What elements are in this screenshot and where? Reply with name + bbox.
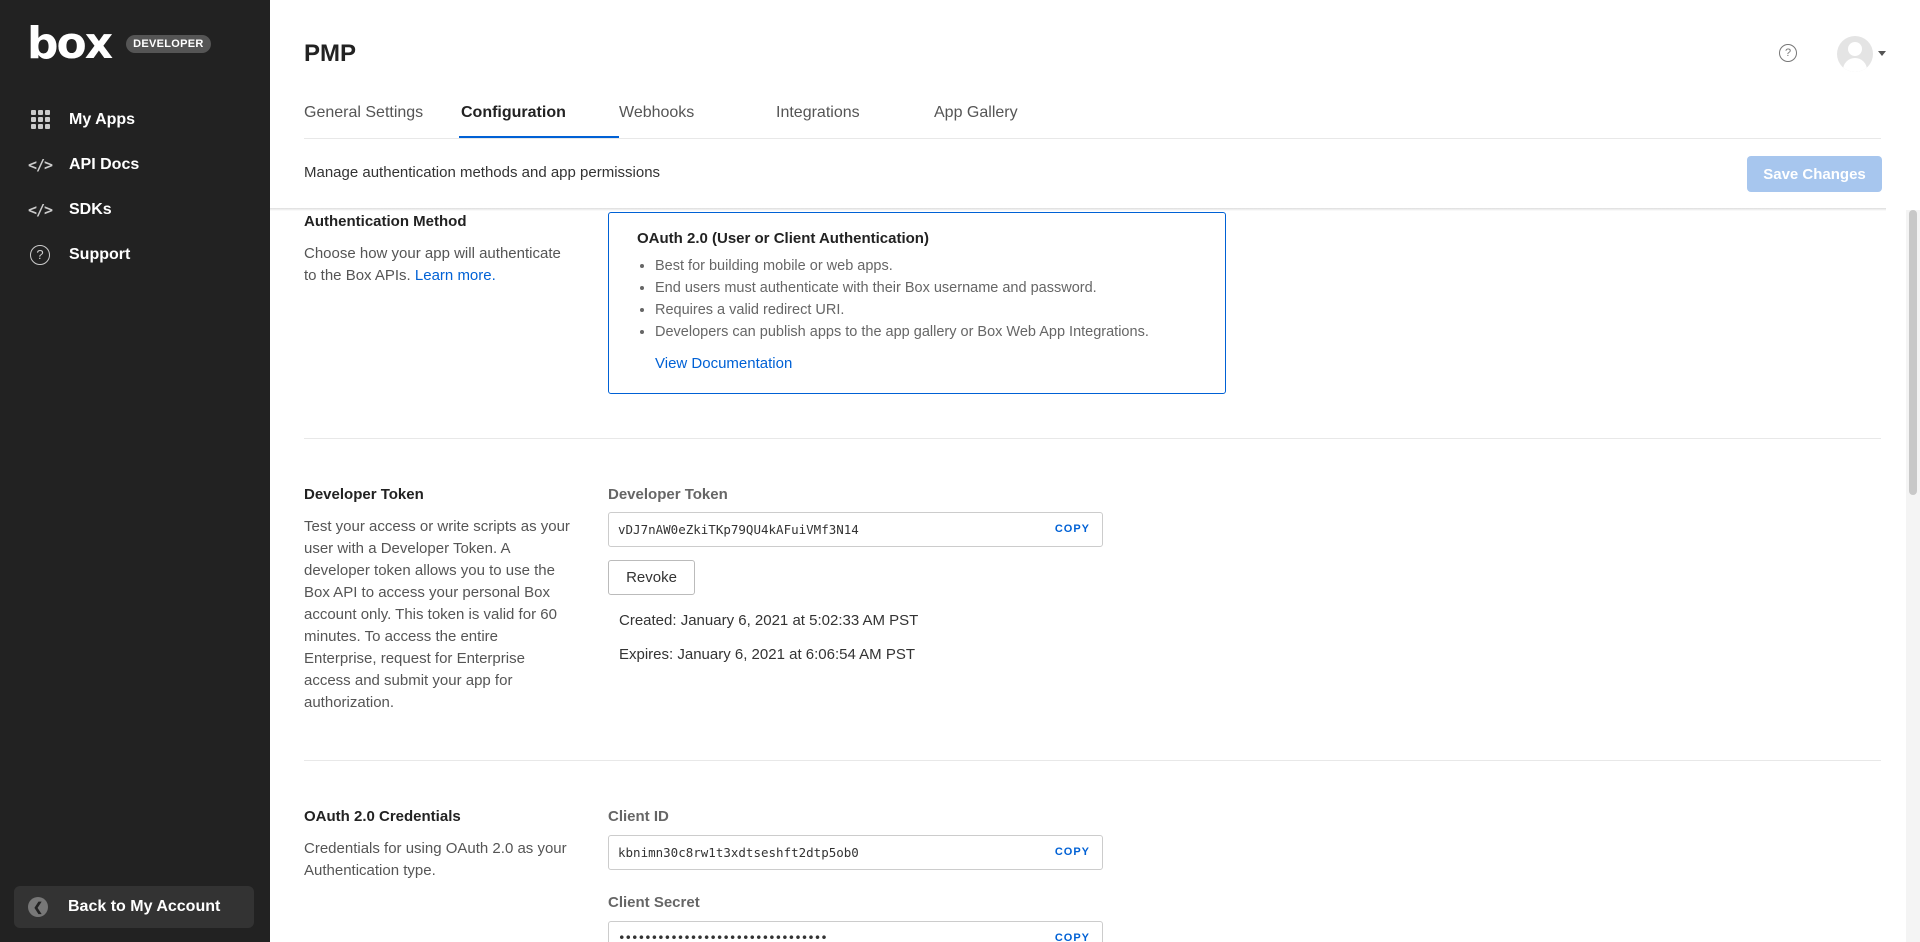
token-created-text: Created: January 6, 2021 at 5:02:33 AM P… bbox=[619, 612, 919, 629]
sidebar-item-api-docs[interactable]: </> API Docs bbox=[0, 142, 270, 187]
sidebar-item-my-apps[interactable]: My Apps bbox=[0, 97, 270, 142]
learn-more-link[interactable]: Learn more. bbox=[415, 267, 496, 284]
developer-token-label: Developer Token bbox=[608, 486, 728, 503]
oauth-credentials-description: Credentials for using OAuth 2.0 as your … bbox=[304, 840, 567, 879]
auth-method-description: Choose how your app will authenticate to… bbox=[304, 243, 574, 287]
client-secret-field[interactable]: •••••••••••••••••••••••••••••••• COPY bbox=[608, 921, 1103, 942]
sidebar-item-label: My Apps bbox=[69, 110, 136, 128]
client-id-value[interactable]: kbnimn30c8rw1t3xdtseshft2dtp5ob0 bbox=[618, 845, 859, 860]
help-icon[interactable]: ? bbox=[1779, 44, 1797, 62]
help-icon: ? bbox=[28, 243, 52, 267]
sidebar-item-label: Support bbox=[69, 245, 131, 263]
list-item: Requires a valid redirect URI. bbox=[655, 299, 1149, 321]
developer-token-value[interactable]: vDJ7nAW0eZkiTKp79QU4kAFuiVMf3N14 bbox=[618, 522, 859, 537]
tab-general-settings[interactable]: General Settings bbox=[304, 104, 423, 122]
list-item: Developers can publish apps to the app g… bbox=[655, 321, 1149, 343]
scrollbar-thumb[interactable] bbox=[1909, 210, 1917, 495]
back-to-account-label: Back to My Account bbox=[68, 898, 221, 915]
tab-configuration[interactable]: Configuration bbox=[461, 104, 566, 122]
tab-bar: General Settings Configuration Webhooks … bbox=[304, 92, 1881, 139]
page-title: PMP bbox=[304, 40, 357, 67]
token-expires-text: Expires: January 6, 2021 at 6:06:54 AM P… bbox=[619, 646, 916, 663]
client-secret-value[interactable]: •••••••••••••••••••••••••••••••• bbox=[618, 930, 828, 942]
section-divider bbox=[304, 760, 1881, 761]
copy-token-button[interactable]: COPY bbox=[1055, 523, 1090, 535]
sidebar-nav: My Apps </> API Docs </> SDKs ? Support bbox=[0, 97, 270, 277]
scrollbar[interactable] bbox=[1906, 210, 1920, 942]
chevron-left-icon: ❮ bbox=[28, 897, 48, 917]
oauth-option-card[interactable]: OAuth 2.0 (User or Client Authentication… bbox=[608, 212, 1226, 394]
avatar[interactable] bbox=[1837, 36, 1873, 72]
section-divider bbox=[304, 438, 1881, 439]
sidebar-item-label: SDKs bbox=[69, 200, 112, 218]
sidebar-item-label: API Docs bbox=[69, 155, 140, 173]
code-icon: </> bbox=[27, 200, 53, 219]
auth-method-title: Authentication Method bbox=[304, 213, 467, 230]
back-to-account-button[interactable]: ❮ Back to My Account bbox=[14, 886, 254, 928]
developer-badge: DEVELOPER bbox=[126, 35, 211, 53]
developer-token-field[interactable]: vDJ7nAW0eZkiTKp79QU4kAFuiVMf3N14 COPY bbox=[608, 512, 1103, 547]
tab-webhooks[interactable]: Webhooks bbox=[619, 104, 694, 122]
grid-icon bbox=[28, 108, 52, 132]
header-shadow bbox=[270, 208, 1886, 211]
oauth-card-title: OAuth 2.0 (User or Client Authentication… bbox=[637, 230, 929, 247]
sidebar: box DEVELOPER My Apps </> API Docs </> S… bbox=[0, 0, 270, 942]
list-item: End users must authenticate with their B… bbox=[655, 277, 1149, 299]
copy-client-secret-button[interactable]: COPY bbox=[1055, 932, 1090, 942]
active-tab-indicator bbox=[459, 136, 619, 138]
copy-client-id-button[interactable]: COPY bbox=[1055, 846, 1090, 858]
view-documentation-link[interactable]: View Documentation bbox=[655, 355, 792, 372]
client-secret-label: Client Secret bbox=[608, 894, 700, 911]
page-subtitle: Manage authentication methods and app pe… bbox=[304, 164, 661, 181]
revoke-button[interactable]: Revoke bbox=[608, 560, 695, 595]
code-icon: </> bbox=[27, 155, 53, 174]
box-logo-mark[interactable]: box bbox=[27, 22, 113, 66]
sidebar-item-sdks[interactable]: </> SDKs bbox=[0, 187, 270, 232]
developer-token-title: Developer Token bbox=[304, 486, 424, 503]
save-changes-button[interactable]: Save Changes bbox=[1747, 156, 1882, 192]
client-id-label: Client ID bbox=[608, 808, 669, 825]
developer-token-description: Test your access or write scripts as you… bbox=[304, 518, 570, 711]
chevron-down-icon[interactable] bbox=[1878, 51, 1886, 56]
oauth-card-bullets: Best for building mobile or web apps. En… bbox=[655, 255, 1149, 343]
list-item: Best for building mobile or web apps. bbox=[655, 255, 1149, 277]
oauth-credentials-title: OAuth 2.0 Credentials bbox=[304, 808, 461, 825]
tab-integrations[interactable]: Integrations bbox=[776, 104, 860, 122]
box-logo[interactable]: box DEVELOPER bbox=[27, 22, 211, 66]
tab-app-gallery[interactable]: App Gallery bbox=[934, 104, 1018, 122]
client-id-field[interactable]: kbnimn30c8rw1t3xdtseshft2dtp5ob0 COPY bbox=[608, 835, 1103, 870]
sidebar-item-support[interactable]: ? Support bbox=[0, 232, 270, 277]
